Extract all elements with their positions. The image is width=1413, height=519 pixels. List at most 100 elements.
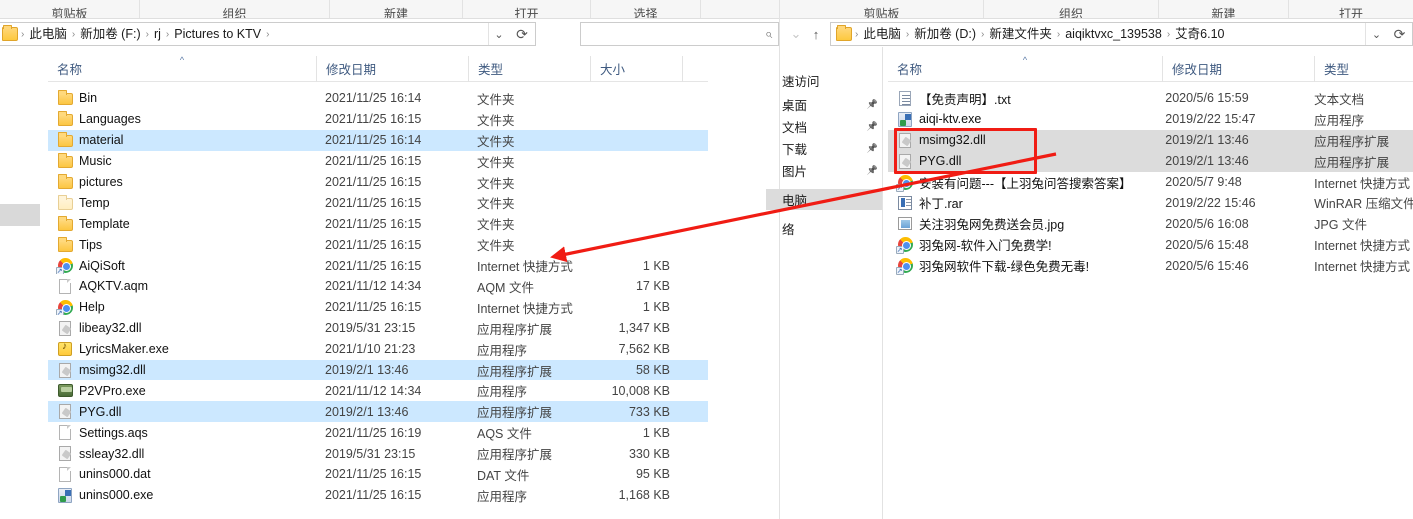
ribbon-group-organize[interactable]: 组织 [140,0,330,18]
ribbon-group-organize[interactable]: 组织 [984,0,1159,18]
left-navpane-selected-sliver[interactable] [0,204,40,226]
table-row[interactable]: PYG.dll2019/2/1 13:46应用程序扩展733 KB [48,401,708,422]
left-file-list[interactable]: Bin2021/11/25 16:14文件夹Languages2021/11/2… [48,88,708,518]
column-header-date[interactable]: 修改日期 [1162,56,1314,82]
breadcrumb-item-1[interactable]: 新加卷 (D:) [910,23,980,45]
file-name-cell[interactable]: material [48,132,316,148]
table-row[interactable]: ↗安装有问题---【上羽兔问答搜索答案】2020/5/7 9:48Interne… [888,172,1413,193]
table-row[interactable]: 补丁.rar2019/2/22 15:46WinRAR 压缩文件 [888,192,1413,213]
sidebar-item-2[interactable]: 文档📌 [766,116,882,137]
column-header-date[interactable]: 修改日期 [316,56,468,82]
file-name-cell[interactable]: Bin [48,90,316,106]
ribbon-group-open[interactable]: 打开 [1289,0,1413,18]
column-header-type[interactable]: 类型 [1314,56,1413,82]
file-name-cell[interactable]: ↗Help [48,299,316,315]
breadcrumb-item-0[interactable]: 此电脑 [859,23,905,45]
file-name-cell[interactable]: PYG.dll [48,404,316,420]
ribbon-group-open[interactable]: 打开 [463,0,591,18]
file-name-cell[interactable]: 【免责声明】.txt [888,89,1156,108]
table-row[interactable]: libeay32.dll2019/5/31 23:15应用程序扩展1,347 K… [48,318,708,339]
table-row[interactable]: aiqi-ktv.exe2019/2/22 15:47应用程序 [888,109,1413,130]
sidebar-item-4[interactable]: 图片📌 [766,160,882,181]
file-name-cell[interactable]: PYG.dll [888,153,1156,169]
file-name-cell[interactable]: ↗AiQiSoft [48,258,316,274]
back-button[interactable]: ⌄ [786,22,806,46]
table-row[interactable]: ↗羽兔网软件下载-绿色免费无毒!2020/5/6 15:46Internet 快… [888,255,1413,276]
table-row[interactable]: 关注羽兔网免费送会员.jpg2020/5/6 16:08JPG 文件 [888,213,1413,234]
table-row[interactable]: ↗羽兔网-软件入门免费学!2020/5/6 15:48Internet 快捷方式 [888,234,1413,255]
file-name-cell[interactable]: aiqi-ktv.exe [888,111,1156,127]
table-row[interactable]: msimg32.dll2019/2/1 13:46应用程序扩展58 KB [48,360,708,381]
ribbon-group-new[interactable]: 新建 [330,0,463,18]
refresh-button[interactable]: ⟳ [1387,22,1413,46]
file-name-cell[interactable]: ↗羽兔网-软件入门免费学! [888,235,1156,254]
table-row[interactable]: ↗AiQiSoft2021/11/25 16:15Internet 快捷方式1 … [48,255,708,276]
table-row[interactable]: unins000.dat2021/11/25 16:15DAT 文件95 KB [48,464,708,485]
table-row[interactable]: Music2021/11/25 16:15文件夹 [48,151,708,172]
breadcrumb-item-2[interactable]: rj [150,23,165,45]
file-name-cell[interactable]: Settings.aqs [48,425,316,441]
ribbon-group-new[interactable]: 新建 [1159,0,1289,18]
refresh-button[interactable]: ⟳ [510,22,536,46]
file-name-cell[interactable]: pictures [48,174,316,190]
file-name-cell[interactable]: ssleay32.dll [48,446,316,462]
table-row[interactable]: pictures2021/11/25 16:15文件夹 [48,172,708,193]
table-row[interactable]: AQKTV.aqm2021/11/12 14:34AQM 文件17 KB [48,276,708,297]
sidebar-item-0[interactable]: 速访问 [766,70,882,91]
table-row[interactable]: ssleay32.dll2019/5/31 23:15应用程序扩展330 KB [48,443,708,464]
file-name-cell[interactable]: Temp [48,195,316,211]
file-name-cell[interactable]: msimg32.dll [48,362,316,378]
file-name-cell[interactable]: ↗羽兔网软件下载-绿色免费无毒! [888,256,1156,275]
left-search-box[interactable]: ⌕ [580,22,779,46]
table-row[interactable]: Bin2021/11/25 16:14文件夹 [48,88,708,109]
up-button[interactable]: ↑ [806,22,826,46]
table-row[interactable]: Temp2021/11/25 16:15文件夹 [48,192,708,213]
breadcrumb-item-2[interactable]: 新建文件夹 [985,23,1056,45]
search-input[interactable] [589,26,765,42]
file-name-cell[interactable]: unins000.dat [48,466,316,482]
sidebar-item-3[interactable]: 下载📌 [766,138,882,159]
sidebar-item-1[interactable]: 桌面📌 [766,94,882,115]
sidebar-item-5[interactable]: 电脑 [766,189,882,210]
sidebar-item-6[interactable]: 络 [766,218,882,239]
file-name-cell[interactable]: P2VPro.exe [48,383,316,399]
table-row[interactable]: unins000.exe2021/11/25 16:15应用程序1,168 KB [48,485,708,506]
breadcrumb-item-3[interactable]: aiqiktvxc_139538 [1061,23,1166,45]
file-name-cell[interactable]: AQKTV.aqm [48,278,316,294]
file-name-cell[interactable]: Music [48,153,316,169]
table-row[interactable]: Languages2021/11/25 16:15文件夹 [48,109,708,130]
column-header-type[interactable]: 类型 [468,56,590,82]
table-row[interactable]: ↗Help2021/11/25 16:15Internet 快捷方式1 KB [48,297,708,318]
file-name-cell[interactable]: 关注羽兔网免费送会员.jpg [888,214,1156,233]
file-name-cell[interactable]: libeay32.dll [48,320,316,336]
right-navigation-pane[interactable]: 速访问桌面📌文档📌下载📌图片📌 电脑络 [766,70,882,270]
file-name-cell[interactable]: unins000.exe [48,487,316,503]
breadcrumb-item-3[interactable]: Pictures to KTV [170,23,265,45]
column-header-name[interactable]: 名称 ^ [888,56,1162,82]
file-name-cell[interactable]: LyricsMaker.exe [48,341,316,357]
file-name-cell[interactable]: msimg32.dll [888,132,1156,148]
table-row[interactable]: P2VPro.exe2021/11/12 14:34应用程序10,008 KB [48,380,708,401]
file-name-cell[interactable]: Tips [48,237,316,253]
column-header-name[interactable]: 名称 ^ [48,56,316,82]
breadcrumb-item-0[interactable]: 此电脑 [25,23,71,45]
table-row[interactable]: Tips2021/11/25 16:15文件夹 [48,234,708,255]
table-row[interactable]: Settings.aqs2021/11/25 16:19AQS 文件1 KB [48,422,708,443]
file-name-cell[interactable]: 补丁.rar [888,193,1156,212]
right-address-bar[interactable]: › 此电脑 › 新加卷 (D:) › 新建文件夹 › aiqiktvxc_139… [830,22,1388,46]
right-file-list[interactable]: 【免责声明】.txt2020/5/6 15:59文本文档aiqi-ktv.exe… [888,88,1413,518]
column-header-size[interactable]: 大小 [590,56,682,82]
table-row[interactable]: Template2021/11/25 16:15文件夹 [48,213,708,234]
ribbon-group-select[interactable]: 选择 [591,0,701,18]
file-name-cell[interactable]: ↗安装有问题---【上羽兔问答搜索答案】 [888,173,1156,192]
file-name-cell[interactable]: Template [48,216,316,232]
table-row[interactable]: 【免责声明】.txt2020/5/6 15:59文本文档 [888,88,1413,109]
file-name-cell[interactable]: Languages [48,111,316,127]
table-row[interactable]: PYG.dll2019/2/1 13:46应用程序扩展 [888,151,1413,172]
table-row[interactable]: msimg32.dll2019/2/1 13:46应用程序扩展 [888,130,1413,151]
ribbon-group-clipboard[interactable]: 剪贴板 [0,0,140,18]
address-history-dropdown[interactable]: ⌄ [488,23,510,45]
table-row[interactable]: material2021/11/25 16:14文件夹 [48,130,708,151]
ribbon-group-clipboard[interactable]: 剪贴板 [780,0,984,18]
left-address-bar[interactable]: › 此电脑 › 新加卷 (F:) › rj › Pictures to KTV … [0,22,511,46]
